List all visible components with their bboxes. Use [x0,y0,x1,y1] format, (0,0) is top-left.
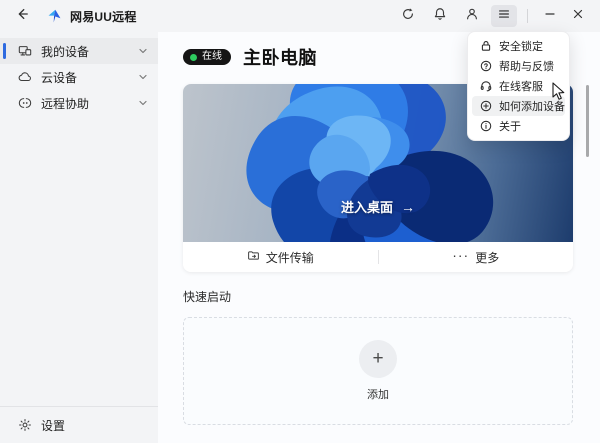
headset-icon [480,80,492,92]
menu-item-label: 安全锁定 [499,38,543,54]
quick-launch-dropzone: + 添加 [183,317,573,425]
status-text: 在线 [202,52,222,62]
menu-item-online-support[interactable]: 在线客服 [472,76,565,96]
remote-assist-icon [18,96,32,110]
sidebar-item-settings[interactable]: 设置 [0,407,158,443]
devices-icon [18,44,32,58]
menu-item-help-feedback[interactable]: 帮助与反馈 [472,56,565,76]
sidebar-item-cloud-devices[interactable]: 云设备 [0,64,158,90]
sidebar-item-label: 远程协助 [41,95,138,112]
about-icon [480,120,492,132]
gear-icon [18,418,32,432]
menu-item-security-lock[interactable]: 安全锁定 [472,36,565,56]
menu-item-label: 帮助与反馈 [499,58,554,74]
cloud-icon [18,70,32,84]
help-icon [480,60,492,72]
app-logo-icon [46,8,63,25]
sidebar-item-label: 云设备 [41,69,138,86]
main-menu-button[interactable] [491,5,517,27]
sidebar-item-my-devices[interactable]: 我的设备 [0,38,158,64]
app-window: 网易UU远程 [0,0,600,443]
back-button[interactable] [10,5,34,27]
refresh-button[interactable] [395,5,421,27]
quick-launch-title: 快速启动 [183,288,574,305]
back-icon [15,7,29,26]
menu-item-label: 如何添加设备 [499,98,565,114]
hamburger-icon [497,7,511,26]
device-card-actions: 文件传输 ··· 更多 [183,242,573,272]
file-transfer-icon [247,249,260,265]
minimize-icon [544,7,556,25]
file-transfer-label: 文件传输 [266,249,314,266]
user-icon [465,7,479,26]
selected-indicator [3,43,6,59]
close-icon [572,7,584,25]
minimize-button[interactable] [536,5,564,27]
enter-desktop-button[interactable]: 进入桌面 → [341,197,415,216]
menu-item-label: 在线客服 [499,78,543,94]
sidebar-spacer [0,116,158,406]
refresh-icon [401,7,415,26]
sidebar-item-remote-assist[interactable]: 远程协助 [0,90,158,116]
account-button[interactable] [459,5,485,27]
more-label: 更多 [475,249,499,266]
top-bar: 网易UU远程 [0,0,600,32]
add-label: 添加 [367,386,389,402]
enter-desktop-label: 进入桌面 [341,197,393,216]
sidebar: 我的设备 云设备 远程协助 [0,32,158,443]
more-button[interactable]: ··· 更多 [379,242,574,272]
lock-icon [480,40,492,52]
menu-item-label: 关于 [499,118,521,134]
add-device-icon [480,100,492,112]
arrow-right-icon: → [401,199,415,215]
chevron-down-icon[interactable] [138,72,148,82]
sidebar-item-label: 我的设备 [41,43,138,60]
chevron-down-icon[interactable] [138,46,148,56]
main-dropdown-menu: 安全锁定 帮助与反馈 在线客服 如何添加设备 关于 [467,31,570,141]
chevron-down-icon[interactable] [138,98,148,108]
scrollbar-thumb[interactable] [586,85,589,157]
online-dot-icon [190,54,197,61]
settings-label: 设置 [41,417,140,434]
plus-icon: + [372,349,383,368]
topbar-divider [527,9,528,23]
bell-icon [433,7,447,26]
close-button[interactable] [564,5,592,27]
notifications-button[interactable] [427,5,453,27]
app-title: 网易UU远程 [70,8,137,25]
file-transfer-button[interactable]: 文件传输 [183,242,378,272]
status-badge: 在线 [183,49,231,65]
add-button[interactable]: + [359,340,397,378]
device-name: 主卧电脑 [243,44,317,70]
menu-item-about[interactable]: 关于 [472,116,565,136]
menu-item-how-to-add-device[interactable]: 如何添加设备 [472,96,565,116]
